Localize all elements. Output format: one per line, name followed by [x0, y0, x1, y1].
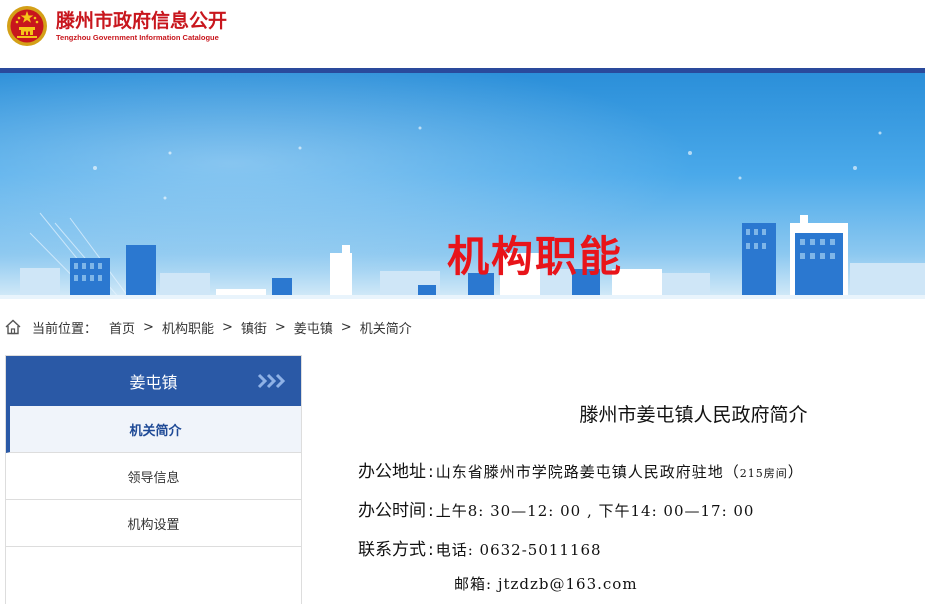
sidebar-item-structure[interactable]: 机构设置 [6, 500, 301, 547]
sidebar-nav: 姜屯镇 机关简介 领导信息 机构设置 [5, 355, 302, 604]
info-colon: : [428, 501, 434, 521]
breadcrumb-current[interactable]: 机关简介 [360, 318, 412, 337]
breadcrumb-separator: > [340, 319, 352, 335]
article-title: 滕州市姜屯镇人民政府简介 [579, 404, 808, 426]
banner-title: 机构职能 [446, 232, 623, 281]
home-icon[interactable] [4, 318, 22, 336]
national-emblem-icon [7, 6, 47, 46]
breadcrumb-separator: > [221, 319, 233, 335]
breadcrumb-label: 当前位置： [32, 321, 98, 337]
breadcrumb-functions[interactable]: 机构职能 [162, 318, 214, 337]
info-key: 联系方式 [358, 540, 426, 560]
breadcrumb-separator: > [274, 319, 286, 335]
sidebar-item-label: 机构设置 [127, 517, 180, 533]
info-value-suffix: 215房间 [739, 467, 788, 480]
site-title[interactable]: 滕州市政府信息公开 [56, 6, 227, 33]
breadcrumb-home[interactable]: 首页 [109, 318, 135, 337]
info-value: 电话: 0632-5011168 [435, 541, 602, 559]
site-header: 滕州市政府信息公开 Tengzhou Government Informatio… [0, 0, 925, 68]
sidebar-item-label: 机关简介 [129, 423, 182, 439]
info-value: 山东省滕州市学院路姜屯镇人民政府驻地（ [435, 463, 740, 481]
info-value-end: ） [787, 463, 804, 481]
double-chevron-right-icon [257, 373, 286, 389]
info-value-email[interactable]: 邮箱: jtzdzb@163.com [454, 575, 638, 593]
info-colon: : [428, 462, 434, 482]
info-key: 办公时间 [358, 501, 426, 521]
site-subtitle: Tengzhou Government Information Catalogu… [56, 33, 219, 42]
info-row-hours: 办公时间: 上午8: 30—12: 00 , 下午14: 00—17: 00 [358, 496, 754, 521]
breadcrumb-towns[interactable]: 镇街 [241, 318, 267, 337]
banner: 机构职能 [0, 73, 925, 299]
breadcrumb-separator: > [143, 319, 154, 335]
breadcrumb-town[interactable]: 姜屯镇 [294, 318, 333, 337]
info-value: 上午8: 30—12: 00 , 下午14: 00—17: 00 [435, 502, 755, 520]
info-row-address: 办公地址: 山东省滕州市学院路姜屯镇人民政府驻地（215房间） [358, 457, 804, 482]
info-row-email: 邮箱: jtzdzb@163.com [454, 573, 638, 594]
info-row-contact: 联系方式: 电话: 0632-5011168 [358, 535, 602, 560]
sidebar-heading-label: 姜屯镇 [129, 373, 178, 392]
info-key: 办公地址 [358, 462, 426, 482]
main-content: 滕州市姜屯镇人民政府简介 办公地址: 山东省滕州市学院路姜屯镇人民政府驻地（215… [302, 355, 925, 604]
sidebar-item-label: 领导信息 [127, 470, 180, 486]
sidebar-heading: 姜屯镇 [6, 356, 301, 406]
info-colon: : [428, 540, 434, 560]
breadcrumb: 当前位置： 首页 > 机构职能 > 镇街 > 姜屯镇 > 机关简介 [0, 310, 925, 344]
sidebar-item-leaders[interactable]: 领导信息 [6, 453, 301, 500]
sidebar-item-overview[interactable]: 机关简介 [6, 406, 301, 453]
